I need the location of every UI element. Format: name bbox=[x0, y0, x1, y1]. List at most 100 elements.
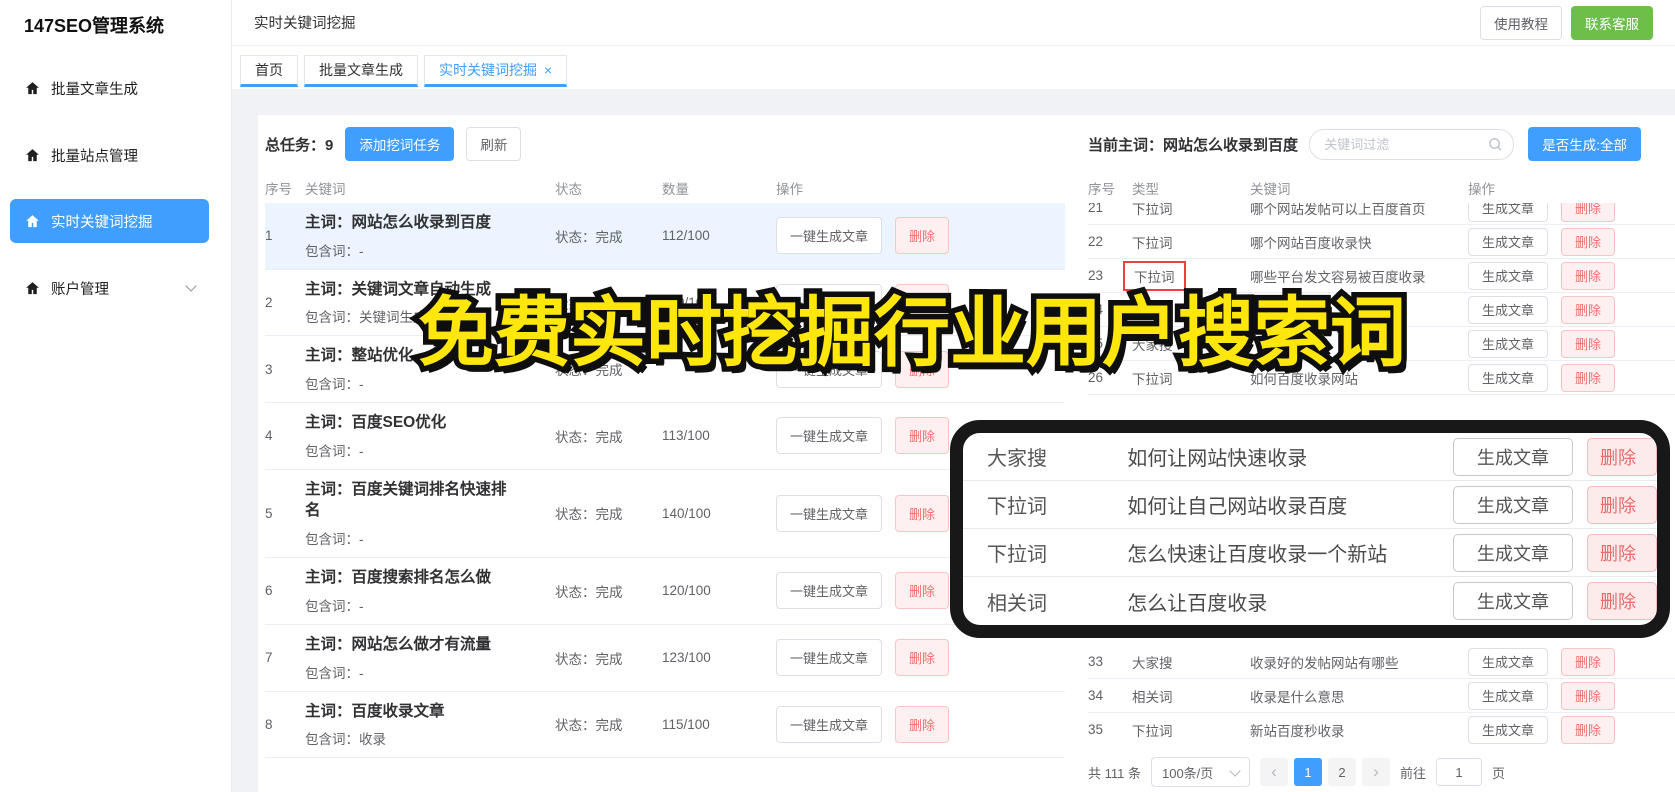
generate-article-button[interactable]: 生成文章 bbox=[1468, 261, 1548, 290]
col-keyword: 关键词 bbox=[1250, 182, 1291, 197]
generate-article-button[interactable]: 生成文章 bbox=[1468, 203, 1548, 222]
delete-button[interactable]: 删除 bbox=[1561, 203, 1615, 222]
delete-button[interactable]: 删除 bbox=[895, 572, 950, 610]
tab-keyword-mining[interactable]: 实时关键词挖掘 × bbox=[424, 54, 568, 87]
delete-button[interactable]: 删除 bbox=[895, 705, 950, 743]
generate-article-button[interactable]: 生成文章 bbox=[1468, 295, 1548, 324]
generate-articles-button[interactable]: 一键生成文章 bbox=[776, 639, 883, 677]
col-actions: 操作 bbox=[776, 182, 803, 197]
refresh-button[interactable]: 刷新 bbox=[466, 127, 522, 161]
delete-button[interactable]: 删除 bbox=[1561, 715, 1615, 744]
prev-page-button[interactable]: ‹ bbox=[1259, 758, 1288, 786]
tab-label: 批量文章生成 bbox=[319, 61, 403, 78]
contact-support-button[interactable]: 联系客服 bbox=[1571, 5, 1653, 40]
tutorial-button[interactable]: 使用教程 bbox=[1480, 5, 1562, 40]
delete-button[interactable]: 删除 bbox=[1561, 647, 1615, 676]
row-count: 112/100 bbox=[662, 228, 710, 244]
generate-article-button[interactable]: 生成文章 bbox=[1468, 329, 1548, 358]
generate-articles-button[interactable]: 一键生成文章 bbox=[776, 217, 883, 255]
generate-article-button[interactable]: 生成文章 bbox=[1468, 363, 1548, 392]
row-keyword: 哪些平台发文容易被百度收录 bbox=[1250, 269, 1426, 285]
delete-button[interactable]: 删除 bbox=[1561, 227, 1615, 256]
delete-button[interactable]: 删除 bbox=[1561, 261, 1615, 290]
keyword-table-header: 序号 类型 关键词 操作 bbox=[1088, 173, 1675, 203]
generate-article-button[interactable]: 生成文章 bbox=[1468, 647, 1548, 676]
generate-article-button[interactable]: 生成文章 bbox=[1468, 227, 1548, 256]
delete-button[interactable]: 删除 bbox=[1561, 329, 1615, 358]
tab-batch-articles[interactable]: 批量文章生成 bbox=[304, 54, 418, 87]
page-button-2[interactable]: 2 bbox=[1327, 758, 1356, 786]
table-row: 23 下拉词 哪些平台发文容易被百度收录 生成文章 删除 bbox=[1088, 259, 1675, 293]
page-button-1[interactable]: 1 bbox=[1293, 758, 1322, 786]
generate-articles-button[interactable]: 一键生成文章 bbox=[776, 572, 883, 610]
table-row: 33 大家搜 收录好的发帖网站有哪些 生成文章 删除 bbox=[1088, 645, 1675, 679]
sidebar-item-label: 实时关键词挖掘 bbox=[51, 214, 153, 231]
generate-article-button[interactable]: 生成文章 bbox=[1453, 485, 1573, 524]
generate-article-button[interactable]: 生成文章 bbox=[1468, 681, 1548, 710]
table-row[interactable]: 6 主词：百度搜索排名怎么做 包含词：- 状态：完成 120/100 一键生成文… bbox=[265, 558, 1065, 625]
generate-articles-button[interactable]: 一键生成文章 bbox=[776, 494, 883, 532]
generate-article-button[interactable]: 生成文章 bbox=[1453, 533, 1573, 572]
delete-button[interactable]: 删除 bbox=[895, 639, 950, 677]
row-title: 主词：百度收录文章 bbox=[305, 702, 445, 720]
row-type: 大家搜 bbox=[1132, 655, 1173, 671]
table-row[interactable]: 8 主词：百度收录文章 包含词：收录 状态：完成 115/100 一键生成文章 … bbox=[265, 692, 1065, 759]
generate-articles-button[interactable]: 一键生成文章 bbox=[776, 705, 883, 743]
total-tasks-label: 总任务：9 bbox=[265, 136, 334, 154]
callout-row: 下拉词 怎么快速让百度收录一个新站 生成文章 删除 bbox=[963, 529, 1657, 577]
page-size-select[interactable]: 100条/页 bbox=[1150, 757, 1250, 787]
page-unit-label: 页 bbox=[1492, 765, 1506, 781]
row-keyword: 怎么让百度收录 bbox=[1127, 592, 1268, 615]
pagination-total: 共 111 条 bbox=[1088, 765, 1141, 781]
sidebar-item-batch-sites[interactable]: 批量站点管理 bbox=[10, 133, 209, 177]
col-count: 数量 bbox=[662, 182, 689, 197]
goto-page-input[interactable] bbox=[1436, 758, 1482, 786]
row-title: 主词：网站怎么做才有流量 bbox=[305, 635, 492, 653]
close-icon[interactable]: × bbox=[544, 62, 552, 78]
col-status: 状态 bbox=[555, 182, 582, 197]
row-status: 状态：完成 bbox=[555, 584, 623, 600]
add-task-button[interactable]: 添加挖词任务 bbox=[345, 127, 455, 161]
row-title: 主词：百度关键词排名快速排名 bbox=[305, 480, 507, 520]
delete-button[interactable]: 删除 bbox=[1561, 681, 1615, 710]
table-row[interactable]: 4 主词：百度SEO优化 包含词：- 状态：完成 113/100 一键生成文章 … bbox=[265, 403, 1065, 470]
keyword-filter-input[interactable] bbox=[1309, 128, 1515, 160]
row-keyword: 收录好的发帖网站有哪些 bbox=[1250, 655, 1399, 671]
next-page-button[interactable]: › bbox=[1361, 758, 1390, 786]
row-count: 123/100 bbox=[662, 650, 711, 666]
delete-button[interactable]: 删除 bbox=[1587, 533, 1657, 572]
generate-article-button[interactable]: 生成文章 bbox=[1453, 437, 1573, 476]
row-title: 主词：百度SEO优化 bbox=[305, 414, 447, 432]
tab-home[interactable]: 首页 bbox=[240, 54, 298, 87]
table-row[interactable]: 7 主词：网站怎么做才有流量 包含词：- 状态：完成 123/100 一键生成文… bbox=[265, 625, 1065, 692]
delete-button[interactable]: 删除 bbox=[895, 417, 950, 455]
delete-button[interactable]: 删除 bbox=[1561, 363, 1615, 392]
row-status: 状态：完成 bbox=[555, 429, 623, 445]
delete-button[interactable]: 删除 bbox=[1561, 295, 1615, 324]
highlight-red-frame: 下拉词 bbox=[1123, 260, 1186, 291]
current-keyword-title: 当前主词：网站怎么收录到百度 bbox=[1088, 136, 1299, 154]
row-index: 2 bbox=[265, 295, 273, 311]
generate-article-button[interactable]: 生成文章 bbox=[1453, 582, 1573, 620]
row-subtitle: 包含词：- bbox=[305, 598, 364, 614]
sidebar-item-keyword-mining[interactable]: 实时关键词挖掘 bbox=[10, 199, 209, 243]
home-icon bbox=[24, 147, 41, 164]
row-status: 状态：完成 bbox=[555, 651, 623, 667]
generate-articles-button[interactable]: 一键生成文章 bbox=[776, 417, 883, 455]
sidebar-item-batch-articles[interactable]: 批量文章生成 bbox=[10, 66, 209, 110]
delete-button[interactable]: 删除 bbox=[1587, 437, 1657, 476]
delete-button[interactable]: 删除 bbox=[1587, 582, 1657, 620]
table-row[interactable]: 1 主词：网站怎么收录到百度 包含词：- 状态：完成 112/100 一键生成文… bbox=[265, 203, 1065, 270]
generate-all-toggle-button[interactable]: 是否生成:全部 bbox=[1528, 127, 1641, 161]
goto-label: 前往 bbox=[1399, 765, 1426, 781]
delete-button[interactable]: 删除 bbox=[1587, 485, 1657, 524]
task-list-panel: 总任务：9 添加挖词任务 刷新 序号 关键词 状态 数量 操作 1 主词：网站怎… bbox=[265, 127, 1065, 792]
delete-button[interactable]: 删除 bbox=[895, 217, 950, 255]
table-row[interactable]: 5 主词：百度关键词排名快速排名 包含词：- 状态：完成 140/100 一键生… bbox=[265, 470, 1065, 559]
delete-button[interactable]: 删除 bbox=[895, 494, 950, 532]
generate-article-button[interactable]: 生成文章 bbox=[1468, 715, 1548, 744]
row-index: 8 bbox=[265, 716, 273, 732]
row-index: 4 bbox=[265, 428, 273, 444]
sidebar-item-account[interactable]: 账户管理 bbox=[10, 266, 209, 310]
row-title: 主词：网站怎么收录到百度 bbox=[305, 214, 492, 231]
